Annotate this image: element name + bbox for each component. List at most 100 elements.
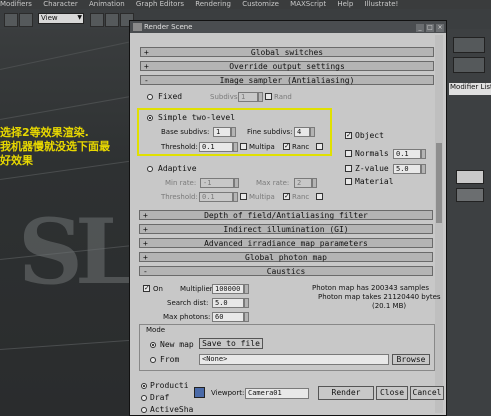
rollout-label: Depth of field/Antialiasing filter — [204, 211, 368, 220]
show-end-result-icon[interactable] — [456, 188, 484, 202]
rotate-tool-icon[interactable] — [4, 13, 18, 27]
minimize-icon[interactable]: _ — [416, 24, 424, 32]
object-checkbox[interactable]: ✓ — [345, 132, 352, 139]
close-button[interactable]: Close — [376, 386, 408, 400]
modifier-list-dropdown[interactable]: Modifier List — [449, 83, 491, 95]
fixed-rand-checkbox[interactable] — [265, 93, 272, 100]
grid-line — [0, 91, 140, 120]
max-photons-field[interactable]: 60 — [212, 312, 244, 322]
rollout-toggle-icon: + — [143, 239, 148, 248]
material-checkbox[interactable] — [345, 178, 352, 185]
threshold-field[interactable]: 0.1 — [199, 142, 233, 152]
pin-stack-icon[interactable] — [456, 170, 484, 184]
perspective-viewport[interactable]: SL — [0, 29, 140, 416]
from-file-radio[interactable] — [150, 357, 156, 363]
zvalue-spinner[interactable] — [421, 164, 426, 174]
maximize-icon[interactable]: □ — [426, 24, 434, 32]
cancel-button[interactable]: Cancel — [410, 386, 444, 400]
simple-two-level-label: Simple two-level — [158, 113, 236, 122]
base-subdivs-field[interactable]: 1 — [213, 127, 231, 137]
rollout-image-sampler[interactable]: - Image sampler (Antialiasing) — [140, 75, 434, 85]
normals-checkbox[interactable] — [345, 150, 352, 157]
normals-spinner[interactable] — [421, 149, 426, 159]
viewport-select[interactable]: Camera01 — [245, 388, 309, 399]
zvalue-checkbox[interactable] — [345, 165, 352, 172]
from-file-field[interactable]: <None> — [199, 354, 389, 365]
modify-tab-icon[interactable] — [453, 57, 485, 73]
adaptive-threshold-spinner[interactable] — [233, 192, 238, 202]
rollout-dof-filter[interactable]: + Depth of field/Antialiasing filter — [139, 210, 433, 220]
photon-map-info-line-3: (20.1 MB) — [372, 302, 407, 310]
snap-icon[interactable] — [105, 13, 119, 27]
menu-rendering[interactable]: Rendering — [195, 0, 231, 8]
min-rate-spinner[interactable] — [234, 178, 239, 188]
multiplier-spinner[interactable] — [244, 284, 249, 294]
draft-radio[interactable] — [141, 395, 147, 401]
fine-subdivs-spinner[interactable] — [310, 127, 315, 137]
rollout-label: Caustics — [266, 267, 306, 276]
adaptive-rand-checkbox[interactable]: ✓ — [283, 193, 290, 200]
max-rate-field[interactable]: 2 — [294, 178, 312, 188]
adaptive-radio[interactable] — [147, 166, 153, 172]
browse-button[interactable]: Browse — [392, 354, 430, 365]
adaptive-extra-checkbox[interactable] — [316, 193, 323, 200]
multipass-label: Multipa — [249, 143, 275, 151]
from-file-label: From — [160, 355, 180, 364]
min-rate-field[interactable]: -1 — [200, 178, 234, 188]
menu-maxscript[interactable]: MAXScript — [290, 0, 326, 8]
fixed-subdivs-field[interactable]: 1 — [238, 92, 258, 102]
threshold-spinner[interactable] — [233, 142, 238, 152]
lock-viewport-icon[interactable] — [194, 387, 205, 398]
max-photons-spinner[interactable] — [244, 312, 249, 322]
menu-modifiers[interactable]: Modifiers — [0, 0, 32, 8]
zvalue-field[interactable]: 5.0 — [393, 164, 421, 174]
menu-animation[interactable]: Animation — [89, 0, 125, 8]
close-icon[interactable]: × — [436, 24, 444, 32]
reference-coordinate-select[interactable]: View ▼ — [38, 13, 84, 24]
rand-checkbox[interactable]: ✓ — [283, 143, 290, 150]
simple-two-level-radio[interactable] — [147, 115, 153, 121]
adaptive-threshold-field[interactable]: 0.1 — [199, 192, 233, 202]
rollout-global-photon-map[interactable]: + Global photon map — [139, 252, 433, 262]
fine-subdivs-field[interactable]: 4 — [294, 127, 310, 137]
rollout-label: Indirect illumination (GI) — [223, 225, 349, 234]
rollout-toggle-icon: + — [143, 253, 148, 262]
menu-help[interactable]: Help — [337, 0, 353, 8]
render-button[interactable]: Render — [318, 386, 374, 400]
rollout-irradiance-map[interactable]: + Advanced irradiance map parameters — [139, 238, 433, 248]
menu-illustrate[interactable]: Illustrate! — [365, 0, 399, 8]
rollout-toggle-icon: - — [143, 267, 148, 276]
base-subdivs-spinner[interactable] — [231, 127, 236, 137]
scale-tool-icon[interactable] — [19, 13, 33, 27]
multipass-checkbox[interactable] — [240, 143, 247, 150]
scrollbar-thumb[interactable] — [436, 143, 442, 223]
fixed-radio[interactable] — [147, 94, 153, 100]
rollout-caustics[interactable]: - Caustics — [139, 266, 433, 276]
menu-graph-editors[interactable]: Graph Editors — [136, 0, 184, 8]
caustics-on-checkbox[interactable]: ✓ — [143, 285, 150, 292]
rollout-toggle-icon: + — [144, 62, 149, 71]
rollout-indirect-illumination[interactable]: + Indirect illumination (GI) — [139, 224, 433, 234]
extra-checkbox[interactable] — [316, 143, 323, 150]
save-to-file-button[interactable]: Save to file — [199, 338, 263, 349]
dialog-scrollbar[interactable] — [435, 35, 443, 413]
search-dist-field[interactable]: 5.0 — [212, 298, 244, 308]
max-photons-label: Max photons: — [163, 313, 211, 321]
multiplier-field[interactable]: 100000 — [212, 284, 244, 294]
search-dist-spinner[interactable] — [244, 298, 249, 308]
rollout-global-switches[interactable]: + Global switches — [140, 47, 434, 57]
activeshade-radio[interactable] — [141, 407, 147, 413]
normals-field[interactable]: 0.1 — [393, 149, 421, 159]
new-map-radio[interactable] — [150, 342, 156, 348]
max-rate-spinner[interactable] — [312, 178, 317, 188]
adaptive-multipass-checkbox[interactable] — [240, 193, 247, 200]
create-tab-icon[interactable] — [453, 37, 485, 53]
menu-character[interactable]: Character — [43, 0, 78, 8]
fixed-subdivs-spinner[interactable] — [258, 92, 263, 102]
adaptive-label: Adaptive — [158, 164, 197, 173]
menu-customize[interactable]: Customize — [242, 0, 279, 8]
rollout-override-output[interactable]: + Override output settings — [140, 61, 434, 71]
dialog-title-bar[interactable]: Render Scene _ □ × — [130, 21, 446, 33]
pivot-icon[interactable] — [90, 13, 104, 27]
production-radio[interactable] — [141, 383, 147, 389]
